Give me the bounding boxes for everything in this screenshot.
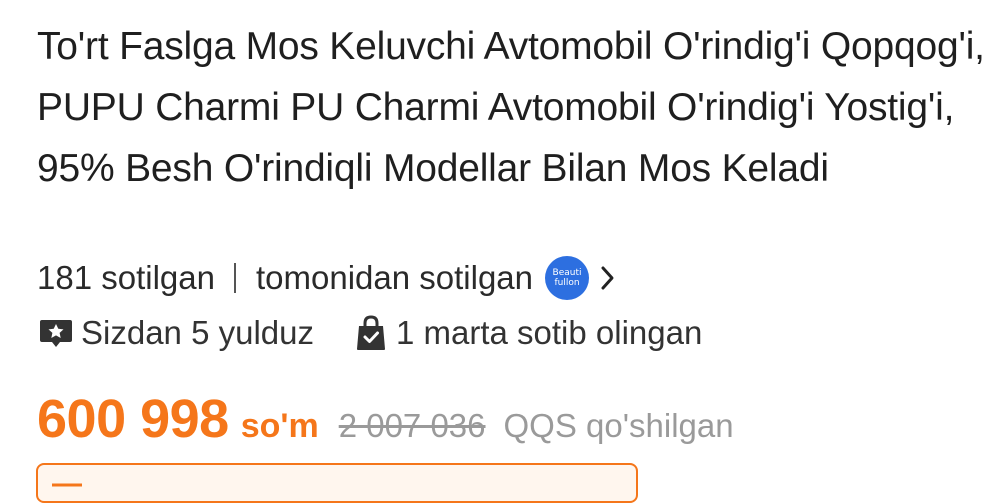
stats-row: Sizdan 5 yulduz 1 marta sotib olingan xyxy=(37,310,702,356)
seller-badge-line2: fullon xyxy=(554,278,580,288)
seller-avatar[interactable]: Beauti fullon xyxy=(545,256,590,300)
sold-count: 181 sotilgan xyxy=(37,259,215,296)
purchase-stat: 1 marta sotib olingan xyxy=(352,314,702,352)
star-message-icon xyxy=(37,314,75,352)
price-row: 600 998 so'm 2 007 036 QQS qo'shilgan xyxy=(37,388,734,452)
rating-text: Sizdan 5 yulduz xyxy=(81,314,314,351)
purchase-text: 1 marta sotib olingan xyxy=(395,314,703,351)
original-price: 2 007 036 xyxy=(338,407,486,444)
promo-banner[interactable]: — xyxy=(36,463,638,503)
chevron-right-icon[interactable] xyxy=(597,263,619,293)
promo-text: — xyxy=(52,467,82,500)
shopping-bag-check-icon xyxy=(352,314,390,352)
sold-by-label[interactable]: tomonidan sotilgan xyxy=(256,259,533,297)
current-price: 600 998 xyxy=(37,389,229,449)
seller-badge-line1: Beauti xyxy=(552,268,582,278)
product-title: To'rt Faslga Mos Keluvchi Avtomobil O'ri… xyxy=(37,25,985,190)
sales-meta-row: 181 sotilgan tomonidan sotilgan Beauti f… xyxy=(37,256,619,300)
rating-stat: Sizdan 5 yulduz xyxy=(37,314,314,352)
meta-divider xyxy=(233,263,236,293)
currency-label: so'm xyxy=(240,407,319,445)
vat-note: QQS qo'shilgan xyxy=(503,407,734,444)
